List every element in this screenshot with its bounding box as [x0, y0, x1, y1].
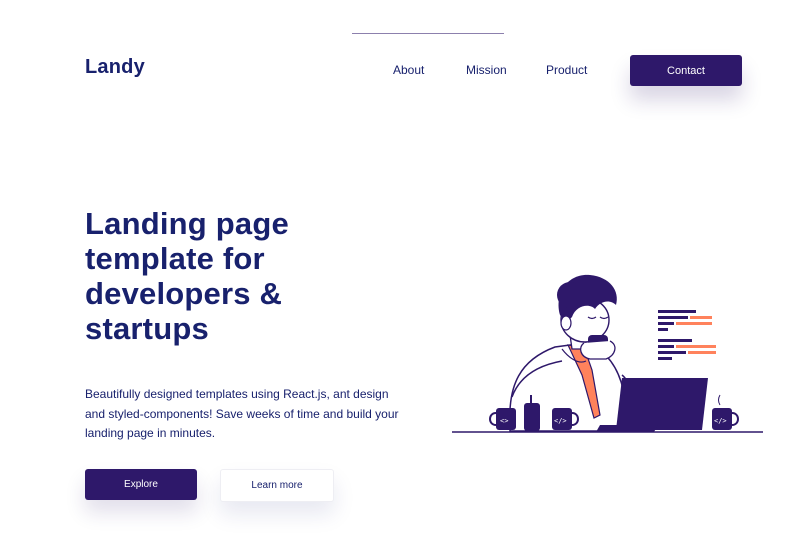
- svg-text:</>: </>: [714, 417, 727, 425]
- hero-title-line: Landing page: [85, 206, 289, 241]
- coffee-mug-icon: <>: [489, 408, 516, 430]
- hero-description: Beautifully designed templates using Rea…: [85, 387, 399, 440]
- top-divider: [352, 33, 504, 34]
- code-lines-icon: [658, 310, 716, 360]
- laptop-icon: [616, 378, 708, 430]
- coffee-mug-icon: </>: [712, 394, 739, 430]
- hero-title-line: startups: [85, 311, 209, 346]
- developer-illustration: <> </> </>: [452, 274, 763, 433]
- hero-title-line: developers &: [85, 276, 283, 311]
- hero-title: Landing page template for developers & s…: [85, 206, 415, 346]
- hero-title-line: template for: [85, 241, 265, 276]
- contact-button[interactable]: Contact: [630, 55, 742, 86]
- nav-link-mission[interactable]: Mission: [466, 63, 507, 77]
- nav-link-about[interactable]: About: [393, 63, 424, 77]
- svg-text:</>: </>: [554, 417, 567, 425]
- explore-button[interactable]: Explore: [85, 469, 197, 500]
- nav-link-product[interactable]: Product: [546, 63, 587, 77]
- svg-text:<>: <>: [500, 417, 508, 425]
- logo[interactable]: Landy: [85, 56, 145, 79]
- learn-more-button[interactable]: Learn more: [220, 469, 334, 502]
